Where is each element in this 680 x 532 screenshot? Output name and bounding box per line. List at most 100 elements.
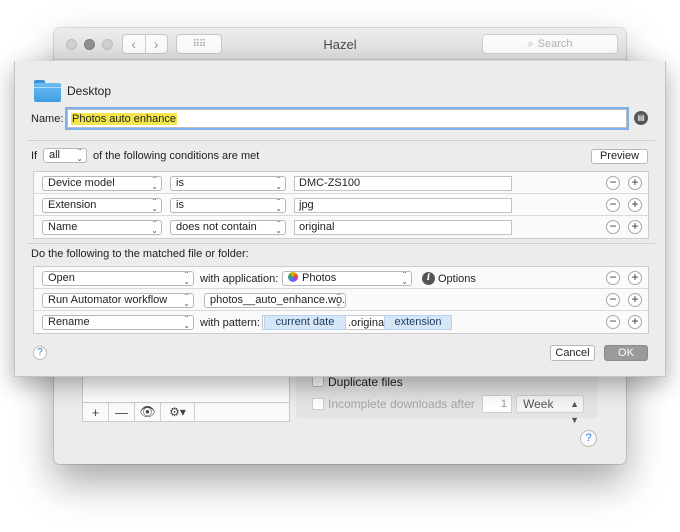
actions-label: Do the following to the matched file or … bbox=[31, 248, 249, 260]
condition-value-field[interactable]: jpg bbox=[294, 198, 512, 213]
add-condition-button[interactable]: + bbox=[628, 220, 642, 234]
chevron-updown-icon: ⌃ ⌄ bbox=[275, 198, 282, 213]
condition-operator: is bbox=[176, 199, 184, 211]
action-type: Run Automator workflow bbox=[48, 294, 168, 306]
application-name: Photos bbox=[302, 272, 337, 284]
add-rule-button[interactable]: + bbox=[83, 403, 109, 421]
add-action-button[interactable]: + bbox=[628, 293, 642, 307]
rule-edit-sheet: Desktop Name: Photos auto enhance ▤ If a… bbox=[14, 61, 666, 377]
remove-rule-button[interactable]: — bbox=[109, 403, 135, 421]
help-button[interactable]: ? bbox=[580, 430, 597, 447]
workflow-name: photos__auto_enhance.wo... bbox=[210, 294, 346, 306]
condition-operator-select[interactable]: is ⌃ ⌄ bbox=[170, 198, 286, 213]
conditions-label: of the following conditions are met bbox=[93, 150, 260, 162]
condition-row: Name ⌃ ⌄ does not contain ⌃ ⌄ original − + bbox=[34, 216, 648, 238]
chevron-updown-icon: ⌃ ⌄ bbox=[76, 148, 83, 163]
chevron-updown-icon: ⌃ ⌄ bbox=[151, 198, 158, 213]
unit-label: Week bbox=[523, 397, 554, 411]
search-placeholder: Search bbox=[537, 38, 573, 50]
condition-value-field[interactable]: DMC-ZS100 bbox=[294, 176, 512, 191]
application-select[interactable]: Photos ⌃ ⌄ bbox=[282, 271, 412, 286]
name-label: Name: bbox=[31, 113, 64, 125]
chevron-updown-icon: ⌃ ⌄ bbox=[183, 315, 190, 330]
condition-operator: is bbox=[176, 177, 184, 189]
workflow-select[interactable]: photos__auto_enhance.wo... ⌃ ⌄ bbox=[204, 293, 346, 308]
remove-condition-button[interactable]: − bbox=[606, 220, 620, 234]
folder-icon bbox=[34, 80, 61, 102]
action-type: Rename bbox=[48, 316, 90, 328]
add-action-button[interactable]: + bbox=[628, 271, 642, 285]
condition-row: Device model ⌃ ⌄ is ⌃ ⌄ DMC-ZS100 − + bbox=[34, 172, 648, 194]
chevron-updown-icon: ⌃ ⌄ bbox=[151, 176, 158, 191]
rules-toolbar: + — 👁 ⚙▾ bbox=[82, 402, 290, 422]
chevron-updown-icon: ⌃ ⌄ bbox=[275, 176, 282, 191]
action-row: Open ⌃ ⌄ with application: Photos ⌃ ⌄ i Op… bbox=[34, 267, 648, 289]
action-type-select[interactable]: Open ⌃ ⌄ bbox=[42, 271, 194, 286]
conditions-list: Device model ⌃ ⌄ is ⌃ ⌄ DMC-ZS100 − + Exte… bbox=[33, 171, 649, 239]
actions-list: Open ⌃ ⌄ with application: Photos ⌃ ⌄ i Op… bbox=[33, 266, 649, 334]
with-pattern-label: with pattern: bbox=[200, 317, 260, 329]
match-mode-select[interactable]: all ⌃ ⌄ bbox=[43, 148, 87, 163]
remove-condition-button[interactable]: − bbox=[606, 176, 620, 190]
remove-condition-button[interactable]: − bbox=[606, 198, 620, 212]
pattern-token-current-date[interactable]: current date bbox=[264, 315, 346, 330]
match-mode-value: all bbox=[49, 149, 61, 161]
action-type-select[interactable]: Rename ⌃ ⌄ bbox=[42, 315, 194, 330]
remove-action-button[interactable]: − bbox=[606, 293, 620, 307]
rule-name-field[interactable]: Photos auto enhance bbox=[67, 109, 627, 128]
action-type-select[interactable]: Run Automator workflow ⌃ ⌄ bbox=[42, 293, 194, 308]
info-icon[interactable]: i bbox=[422, 272, 435, 285]
remove-action-button[interactable]: − bbox=[606, 271, 620, 285]
incomplete-downloads-checkbox[interactable] bbox=[312, 398, 324, 410]
eye-icon[interactable]: 👁 bbox=[135, 403, 161, 421]
search-input[interactable]: ⌕ Search bbox=[482, 34, 618, 54]
incomplete-downloads-label: Incomplete downloads after bbox=[328, 397, 475, 411]
pattern-token-extension[interactable]: extension bbox=[384, 315, 452, 330]
ok-button[interactable]: OK bbox=[604, 345, 648, 361]
remove-action-button[interactable]: − bbox=[606, 315, 620, 329]
preview-button[interactable]: Preview bbox=[591, 149, 648, 164]
condition-attribute: Extension bbox=[48, 199, 97, 211]
chevron-updown-icon: ⌃ ⌄ bbox=[183, 271, 190, 286]
folder-name: Desktop bbox=[67, 84, 112, 98]
condition-attribute-select[interactable]: Extension ⌃ ⌄ bbox=[42, 198, 162, 213]
options-link[interactable]: Options bbox=[438, 273, 476, 285]
incomplete-downloads-field[interactable]: 1 bbox=[482, 395, 512, 413]
add-condition-button[interactable]: + bbox=[628, 176, 642, 190]
search-icon: ⌕ bbox=[527, 37, 534, 50]
chevron-updown-icon: ▲ ▼ bbox=[570, 399, 579, 425]
condition-operator-select[interactable]: does not contain ⌃ ⌄ bbox=[170, 220, 286, 235]
duplicate-files-label: Duplicate files bbox=[328, 375, 403, 389]
condition-operator-select[interactable]: is ⌃ ⌄ bbox=[170, 176, 286, 191]
rule-name-value: Photos auto enhance bbox=[71, 112, 177, 125]
help-button[interactable]: ? bbox=[33, 346, 47, 360]
incomplete-downloads-unit-select[interactable]: Week ▲ ▼ bbox=[516, 395, 584, 425]
condition-row: Extension ⌃ ⌄ is ⌃ ⌄ jpg − + bbox=[34, 194, 648, 216]
with-application-label: with application: bbox=[200, 273, 279, 285]
notes-icon[interactable]: ▤ bbox=[634, 111, 648, 125]
condition-attribute: Device model bbox=[48, 177, 115, 189]
cancel-button[interactable]: Cancel bbox=[550, 345, 595, 361]
action-row: Run Automator workflow ⌃ ⌄ photos__auto_e… bbox=[34, 289, 648, 311]
photos-app-icon bbox=[288, 272, 298, 282]
action-row: Rename ⌃ ⌄ with pattern: current date .or… bbox=[34, 311, 648, 333]
gear-icon[interactable]: ⚙▾ bbox=[161, 403, 195, 421]
pattern-literal: .original bbox=[348, 317, 387, 329]
chevron-updown-icon: ⌃ ⌄ bbox=[275, 220, 282, 235]
title-bar: ‹ › ⠿⠿ Hazel ⌕ Search bbox=[54, 28, 626, 60]
condition-operator: does not contain bbox=[176, 221, 257, 233]
condition-value-field[interactable]: original bbox=[294, 220, 512, 235]
add-action-button[interactable]: + bbox=[628, 315, 642, 329]
condition-attribute: Name bbox=[48, 221, 78, 233]
condition-attribute-select[interactable]: Name ⌃ ⌄ bbox=[42, 220, 162, 235]
add-condition-button[interactable]: + bbox=[628, 198, 642, 212]
action-type: Open bbox=[48, 272, 75, 284]
chevron-updown-icon: ⌃ ⌄ bbox=[401, 271, 408, 286]
chevron-updown-icon: ⌃ ⌄ bbox=[335, 293, 342, 308]
divider bbox=[27, 243, 655, 244]
divider bbox=[27, 140, 655, 141]
chevron-updown-icon: ⌃ ⌄ bbox=[183, 293, 190, 308]
if-label: If bbox=[31, 150, 38, 162]
condition-attribute-select[interactable]: Device model ⌃ ⌄ bbox=[42, 176, 162, 191]
chevron-updown-icon: ⌃ ⌄ bbox=[151, 220, 158, 235]
